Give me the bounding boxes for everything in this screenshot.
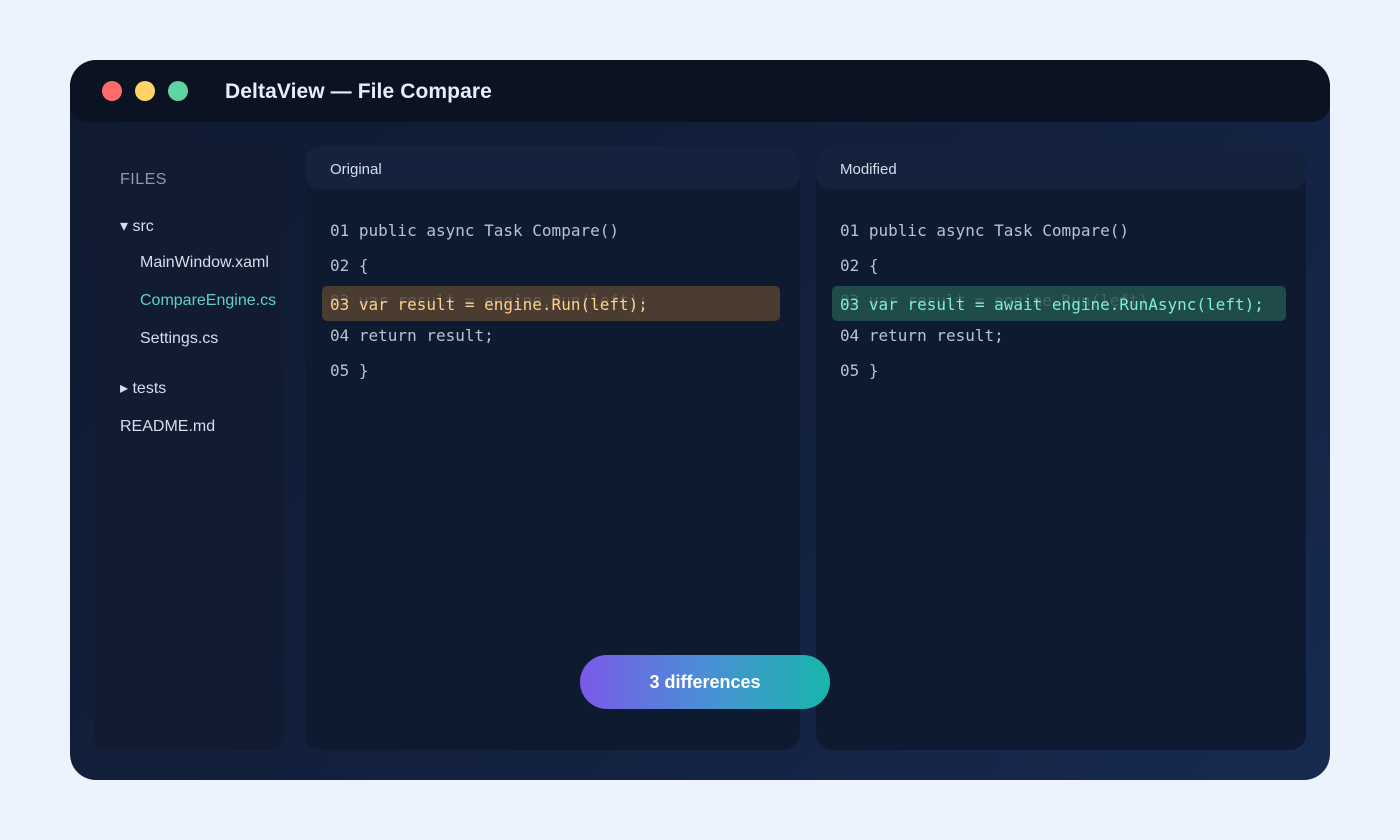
close-window-button[interactable] (102, 81, 122, 101)
code-line: 04 return result; (840, 326, 1004, 345)
modified-pane: Modified 01 public async Task Compare() … (816, 146, 1306, 750)
differences-count-button[interactable]: 3 differences (580, 655, 830, 709)
folder-src[interactable]: ▾ src (120, 216, 154, 236)
code-line: 05 } (840, 361, 879, 380)
file-mainwindow-xaml[interactable]: MainWindow.xaml (140, 254, 269, 272)
code-line: 02 { (330, 256, 369, 275)
sidebar-heading: FILES (120, 171, 167, 188)
modified-pane-header: Modified (816, 146, 1306, 189)
code-line: 04 return result; (330, 326, 494, 345)
file-compareengine-cs[interactable]: CompareEngine.cs (140, 292, 276, 310)
file-sidebar: FILES ▾ src MainWindow.xaml CompareEngin… (94, 146, 284, 750)
title-bar: DeltaView — File Compare (70, 60, 1330, 122)
file-readme-md[interactable]: README.md (120, 418, 215, 436)
modified-pane-label: Modified (840, 161, 897, 178)
original-pane-header: Original (305, 146, 800, 189)
removed-code-line: 03 var result = engine.Run(left); (330, 295, 648, 314)
maximize-window-button[interactable] (168, 81, 188, 101)
minimize-window-button[interactable] (135, 81, 155, 101)
code-line: 02 { (840, 256, 879, 275)
code-line: 01 public async Task Compare() (840, 221, 1129, 240)
original-pane-label: Original (330, 161, 382, 178)
file-settings-cs[interactable]: Settings.cs (140, 330, 218, 348)
differences-label: 3 differences (649, 671, 761, 692)
code-line: 05 } (330, 361, 369, 380)
window-title: DeltaView — File Compare (225, 80, 492, 103)
added-code-line: 03 var result = await engine.RunAsync(le… (840, 295, 1264, 314)
code-line: 01 public async Task Compare() (330, 221, 619, 240)
folder-tests[interactable]: ▸ tests (120, 378, 166, 398)
